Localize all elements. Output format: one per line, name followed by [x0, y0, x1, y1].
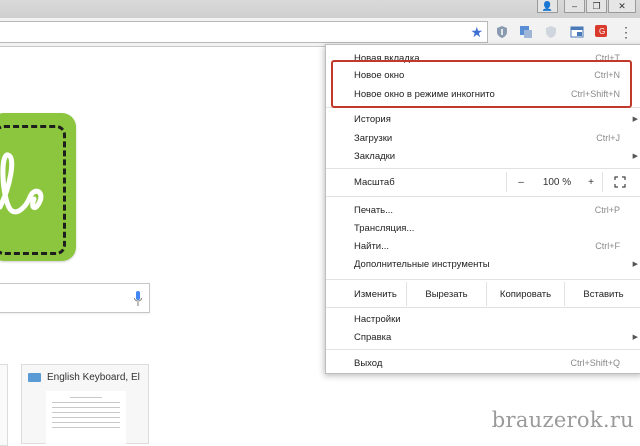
zoom-value: 100 %: [542, 176, 572, 188]
cut-button[interactable]: Вырезать: [406, 282, 486, 306]
shield-extension-icon[interactable]: [494, 24, 510, 40]
keyboard-favicon-icon: [28, 372, 41, 382]
menu-divider: [326, 279, 640, 280]
menu-divider: [326, 168, 640, 169]
menu-item-print[interactable]: Печать... Ctrl+P: [326, 201, 640, 219]
menu-divider: [326, 307, 640, 308]
tile-title: English Keyboard, El: [47, 371, 140, 383]
highlight-frame: [331, 60, 632, 108]
minimize-button[interactable]: –: [564, 0, 585, 13]
copy-button[interactable]: Копировать: [486, 282, 564, 306]
translate-extension-icon[interactable]: [518, 24, 534, 40]
adblock-extension-icon[interactable]: [543, 24, 559, 40]
fullscreen-icon[interactable]: [608, 170, 632, 194]
close-button[interactable]: ✕: [608, 0, 636, 13]
menu-divider: [326, 196, 640, 197]
svg-text:G: G: [599, 27, 605, 36]
menu-item-cast[interactable]: Трансляция...: [326, 219, 640, 237]
restore-button[interactable]: ❐: [586, 0, 607, 13]
submenu-arrow-icon: ▶: [632, 334, 638, 341]
menu-divider: [326, 349, 640, 350]
menu-item-history[interactable]: История ▶: [326, 110, 640, 128]
edit-label: Изменить: [354, 289, 397, 300]
title-bar: 👤 – ❐ ✕: [0, 0, 640, 18]
browser-toolbar: ★ G ⋮: [0, 18, 640, 47]
zoom-out-button[interactable]: –: [508, 170, 534, 194]
search-input[interactable]: [0, 283, 150, 313]
address-bar[interactable]: ★: [0, 21, 488, 43]
user-icon[interactable]: 👤: [537, 0, 558, 13]
menu-item-more-tools[interactable]: Дополнительные инструменты ▶: [326, 255, 640, 273]
submenu-arrow-icon: ▶: [632, 116, 638, 123]
zoom-in-button[interactable]: +: [580, 170, 602, 194]
window-extension-icon[interactable]: [569, 24, 585, 40]
microphone-icon[interactable]: [133, 290, 143, 308]
logo-letter-icon: [0, 152, 44, 215]
chrome-menu-icon[interactable]: ⋮: [618, 24, 634, 40]
tile-thumbnail: [46, 391, 126, 445]
submenu-arrow-icon: ▶: [632, 261, 638, 268]
paste-button[interactable]: Вставить: [564, 282, 640, 306]
edit-row: Изменить Вырезать Копировать Вставить: [326, 282, 640, 306]
most-visited-tile-partial[interactable]: [0, 364, 8, 446]
most-visited-tile[interactable]: English Keyboard, El: [21, 364, 149, 445]
menu-item-help[interactable]: Справка ▶: [326, 328, 640, 346]
menu-item-bookmarks[interactable]: Закладки ▶: [326, 147, 640, 165]
menu-item-find[interactable]: Найти... Ctrl+F: [326, 237, 640, 255]
zoom-row: Масштаб – 100 % +: [326, 170, 640, 194]
badge-extension-icon[interactable]: G: [594, 24, 610, 40]
zoom-label: Масштаб: [354, 177, 395, 188]
bookmark-star-icon[interactable]: ★: [470, 24, 483, 41]
watermark: brauzerok.ru: [491, 408, 634, 432]
app-logo[interactable]: [0, 113, 76, 261]
submenu-arrow-icon: ▶: [632, 153, 638, 160]
menu-item-settings[interactable]: Настройки: [326, 310, 640, 328]
menu-item-exit[interactable]: Выход Ctrl+Shift+Q: [326, 354, 640, 372]
menu-item-downloads[interactable]: Загрузки Ctrl+J: [326, 129, 640, 147]
